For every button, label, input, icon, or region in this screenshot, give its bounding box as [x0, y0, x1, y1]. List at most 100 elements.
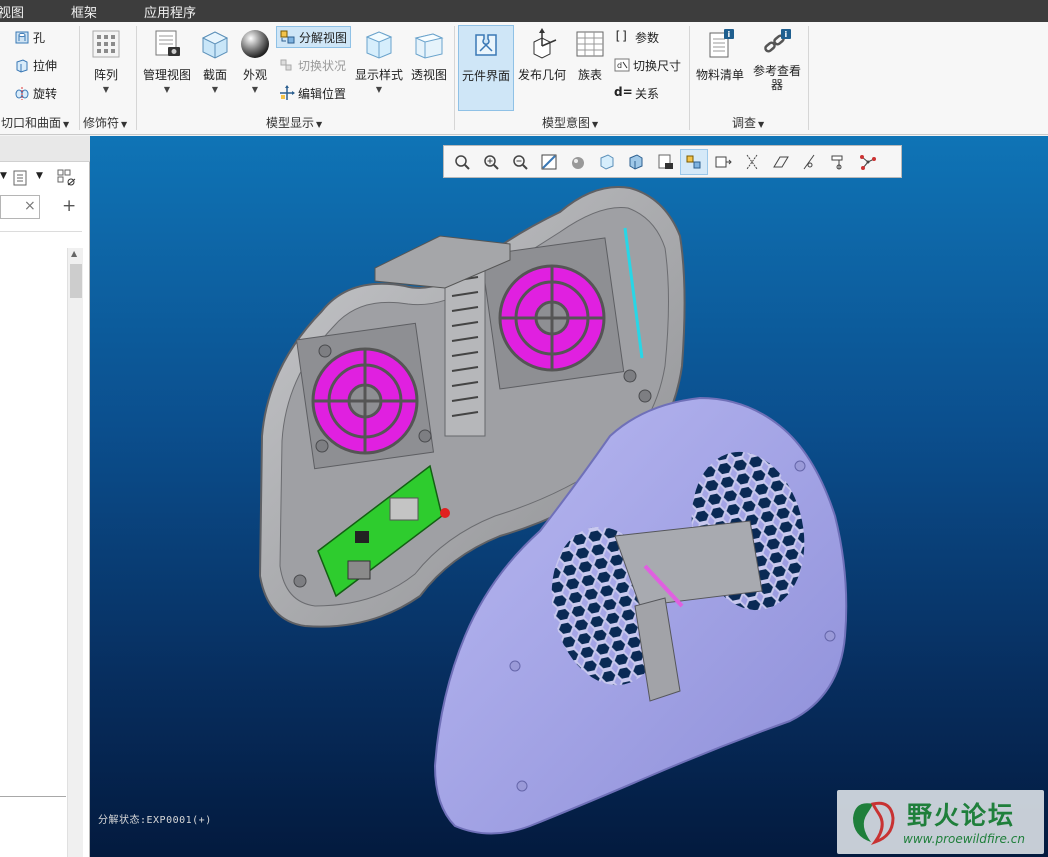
pattern-button[interactable]: 阵列 ▼: [86, 28, 126, 94]
component-interface-icon: [475, 34, 497, 56]
bom-label: 物料清单: [695, 68, 744, 82]
explode-state-label: 分解状态:EXP0001(+): [98, 815, 212, 826]
section-icon: [201, 31, 229, 59]
coordinate-system-icon: [831, 155, 843, 169]
svg-text:d: d: [617, 61, 622, 70]
annotation-display-button[interactable]: [709, 149, 737, 175]
forum-logo-icon: [853, 801, 895, 845]
hole-icon: [15, 31, 29, 44]
scroll-up-icon[interactable]: ▲: [71, 249, 77, 258]
datum-points-icon: [803, 154, 815, 169]
add-search-button[interactable]: +: [62, 196, 76, 216]
zoom-in-button[interactable]: [477, 149, 505, 175]
revolve-button[interactable]: 旋转: [14, 83, 57, 103]
relations-button[interactable]: d= 关系: [614, 83, 659, 103]
scroll-thumb[interactable]: [70, 264, 82, 298]
modifier-group-label[interactable]: 修饰符 ▼: [83, 114, 127, 131]
menu-item-applications[interactable]: 应用程序: [144, 2, 196, 21]
spin-center-icon: [572, 156, 584, 169]
display-style-label: 显示样式: [354, 68, 403, 82]
spin-center-button[interactable]: [564, 149, 592, 175]
parameters-button[interactable]: [] 参数: [614, 27, 659, 47]
repaint-button[interactable]: [535, 149, 563, 175]
chevron-down-icon: ▼: [316, 120, 323, 129]
chevron-down-icon[interactable]: ▼: [0, 171, 7, 181]
display-style-icon: [365, 31, 393, 59]
cut-surfaces-group-label[interactable]: 切口和曲面 ▼: [1, 114, 69, 131]
modifier-label-text: 修饰符: [83, 116, 120, 130]
parameters-icon: []: [614, 29, 629, 43]
chevron-down-icon: ▼: [63, 120, 70, 129]
svg-text:i: i: [785, 30, 788, 39]
hole-label: 孔: [33, 30, 46, 45]
panel-header: [0, 136, 90, 162]
component-interface-button[interactable]: 元件界面: [458, 25, 514, 111]
toggle-state-icon: [280, 59, 292, 71]
search-clear-button[interactable]: ×: [24, 198, 36, 214]
switch-dimensions-label: 切换尺寸: [633, 58, 682, 73]
family-table-button[interactable]: 族表: [573, 28, 607, 83]
datum-axes-button[interactable]: [738, 149, 766, 175]
spin-center-toggle-button[interactable]: [854, 149, 882, 175]
component-interface-label: 元件界面: [461, 69, 510, 83]
menu-item-framework[interactable]: 框架: [71, 2, 97, 21]
edit-position-button[interactable]: 编辑位置: [279, 83, 346, 103]
edit-position-label: 编辑位置: [298, 86, 347, 101]
manage-views-button[interactable]: 管理视图 ▼: [142, 28, 192, 94]
explode-view-icon: [280, 30, 295, 44]
tree-filter-icon[interactable]: [56, 168, 78, 188]
reference-viewer-button[interactable]: i 参考查看器: [750, 28, 804, 92]
explode-view-toggle-button[interactable]: [680, 148, 708, 175]
chevron-down-icon: ▼: [375, 85, 383, 94]
relations-icon: d=: [614, 85, 633, 99]
view-manager-button[interactable]: [651, 149, 679, 175]
display-style-button[interactable]: 显示样式 ▼: [354, 28, 404, 94]
chevron-down-icon[interactable]: ▼: [36, 171, 43, 181]
perspective-icon: [414, 33, 444, 59]
chevron-down-icon: ▼: [758, 120, 765, 129]
chevron-down-icon: ▼: [211, 85, 219, 94]
display-style-view-button[interactable]: [622, 149, 650, 175]
perspective-button[interactable]: 透视图: [410, 28, 448, 83]
bom-button[interactable]: i 物料清单: [694, 28, 746, 83]
saved-orientations-icon: [600, 153, 614, 170]
saved-orientations-button[interactable]: [593, 149, 621, 175]
manage-views-label: 管理视图: [142, 68, 191, 82]
datum-planes-button[interactable]: [767, 149, 795, 175]
panel-toolbar: ▼ ▼: [0, 166, 90, 192]
chevron-down-icon: ▼: [163, 85, 171, 94]
panel-divider: [0, 231, 82, 232]
model-intent-group-label[interactable]: 模型意图 ▼: [542, 114, 598, 131]
vertical-scrollbar[interactable]: ▲: [67, 248, 83, 857]
publish-geometry-button[interactable]: 发布几何: [517, 28, 567, 83]
model-display-group-label[interactable]: 模型显示 ▼: [266, 114, 322, 131]
menu-item-view[interactable]: 视图: [0, 2, 24, 21]
explode-view-button[interactable]: 分解视图: [276, 26, 352, 48]
family-table-label: 族表: [577, 68, 602, 82]
tree-settings-icon[interactable]: [12, 169, 30, 187]
zoom-in-icon: [484, 154, 499, 170]
exploded-assembly-model[interactable]: [90, 136, 1048, 857]
appearance-sphere-icon: [241, 30, 269, 58]
network-nodes-icon: [860, 154, 876, 170]
hole-button[interactable]: 孔: [14, 27, 45, 47]
group-separator: [136, 26, 137, 130]
toggle-state-button[interactable]: 切换状况: [279, 55, 346, 75]
model-intent-label-text: 模型意图: [542, 116, 591, 130]
extrude-button[interactable]: 拉伸: [14, 55, 57, 75]
model-tree-panel: ▼ ▼ × + ▲: [0, 136, 90, 857]
datum-coordinate-systems-button[interactable]: [825, 149, 853, 175]
datum-points-button[interactable]: [796, 149, 824, 175]
graphics-viewport[interactable]: 分解状态:EXP0001(+) 野火论坛 www.proewildfire.cn: [90, 136, 1048, 857]
appearance-button[interactable]: 外观 ▼: [238, 28, 272, 94]
investigate-group-label[interactable]: 调查 ▼: [732, 114, 764, 131]
ribbon: 孔 拉伸 旋转 切口和曲面 ▼ 阵列 ▼ 修饰符 ▼ 管理视图 ▼ 截面 ▼ 外观 …: [0, 22, 1048, 135]
revolve-label: 旋转: [33, 86, 58, 101]
switch-dimensions-button[interactable]: d 切换尺寸: [614, 55, 681, 75]
annotation-display-icon: [715, 156, 732, 167]
section-button[interactable]: 截面 ▼: [198, 28, 232, 94]
perspective-label: 透视图: [410, 68, 447, 82]
panel-divider: [0, 796, 66, 797]
zoom-out-button[interactable]: [506, 149, 534, 175]
refit-button[interactable]: [448, 149, 476, 175]
